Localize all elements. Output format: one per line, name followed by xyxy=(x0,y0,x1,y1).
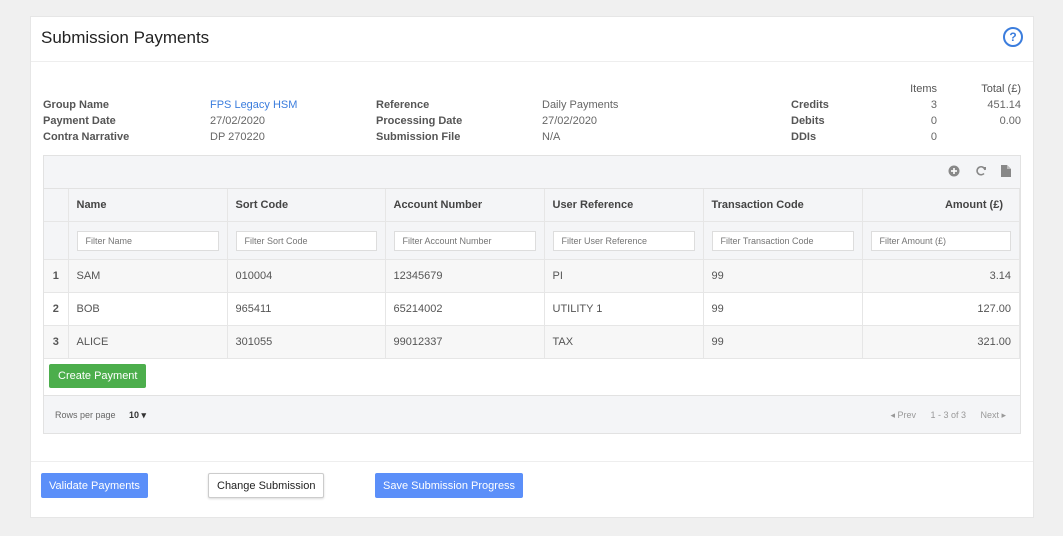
group-name-label: Group Name xyxy=(43,99,110,111)
create-payment-bar: Create Payment xyxy=(44,359,1020,396)
next-page-button[interactable]: Next ▸ xyxy=(980,410,1006,421)
reference-label: Reference xyxy=(376,99,430,111)
pagination-bar: Rows per page 10 ▾ ◂ Prev 1 - 3 of 3 Nex… xyxy=(44,396,1020,433)
page-range: 1 - 3 of 3 xyxy=(930,410,966,420)
table-row[interactable]: 3 ALICE 301055 99012337 TAX 99 321.00 xyxy=(44,325,1020,359)
items-header: Items xyxy=(910,83,937,95)
filter-row xyxy=(44,221,1020,260)
save-submission-progress-button[interactable]: Save Submission Progress xyxy=(375,473,524,498)
help-icon[interactable]: ? xyxy=(1003,27,1023,47)
column-header-user-reference[interactable]: User Reference xyxy=(544,189,704,222)
debits-items: 0 xyxy=(930,115,937,127)
cell-amount: 3.14 xyxy=(862,259,1020,293)
cell-sort-code: 301055 xyxy=(227,325,386,359)
ddis-label: DDIs xyxy=(791,131,817,143)
table-header-row: Name Sort Code Account Number User Refer… xyxy=(44,189,1020,222)
cell-name: SAM xyxy=(68,259,228,293)
column-header-account-number[interactable]: Account Number xyxy=(385,189,545,222)
cell-account-number: 99012337 xyxy=(385,325,545,359)
cell-amount: 321.00 xyxy=(862,325,1020,359)
validate-payments-button[interactable]: Validate Payments xyxy=(41,473,148,498)
filter-account-number-input[interactable] xyxy=(393,230,536,251)
filter-index-cell xyxy=(44,221,69,260)
processing-date-label: Processing Date xyxy=(376,115,463,127)
contra-narrative-label: Contra Narrative xyxy=(43,131,130,143)
credits-total: 451.14 xyxy=(987,99,1021,111)
column-header-sort-code[interactable]: Sort Code xyxy=(227,189,386,222)
cell-account-number: 65214002 xyxy=(385,292,545,326)
cell-amount: 127.00 xyxy=(862,292,1020,326)
refresh-icon[interactable] xyxy=(975,165,987,180)
credits-items: 3 xyxy=(930,99,937,111)
card-footer: Validate Payments Change Submission Save… xyxy=(31,461,1033,518)
column-header-amount[interactable]: Amount (£) xyxy=(862,189,1020,222)
debits-label: Debits xyxy=(791,115,825,127)
contra-narrative-value: DP 270220 xyxy=(210,131,265,143)
cell-account-number: 12345679 xyxy=(385,259,545,293)
card-header: Submission Payments ? xyxy=(31,17,1033,62)
cell-transaction-code: 99 xyxy=(703,292,863,326)
filter-name-input[interactable] xyxy=(76,230,219,251)
grid-toolbar xyxy=(44,156,1020,189)
credits-label: Credits xyxy=(791,99,829,111)
payments-table: Name Sort Code Account Number User Refer… xyxy=(44,189,1020,359)
column-header-name[interactable]: Name xyxy=(68,189,228,222)
plus-circle-icon[interactable] xyxy=(948,165,960,180)
rows-per-page-label: Rows per page xyxy=(55,410,116,420)
filter-amount-input[interactable] xyxy=(870,230,1011,251)
debits-total: 0.00 xyxy=(999,115,1021,127)
payment-date-value: 27/02/2020 xyxy=(210,115,266,127)
submission-file-value: N/A xyxy=(542,131,561,143)
payments-grid: Name Sort Code Account Number User Refer… xyxy=(43,155,1021,434)
cell-transaction-code: 99 xyxy=(703,259,863,293)
reference-value: Daily Payments xyxy=(542,99,619,111)
index-column-header xyxy=(44,189,69,222)
filter-transaction-code-input[interactable] xyxy=(711,230,854,251)
prev-page-button[interactable]: ◂ Prev xyxy=(890,410,916,421)
filter-user-reference-input[interactable] xyxy=(552,230,695,251)
cell-name: BOB xyxy=(68,292,228,326)
table-row[interactable]: 1 SAM 010004 12345679 PI 99 3.14 xyxy=(44,259,1020,293)
filter-sort-code-input[interactable] xyxy=(235,230,377,251)
cell-sort-code: 965411 xyxy=(227,292,386,326)
total-header: Total (£) xyxy=(981,83,1021,95)
submission-file-label: Submission File xyxy=(376,131,461,143)
group-name-link[interactable]: FPS Legacy HSM xyxy=(210,99,297,111)
cell-user-reference: PI xyxy=(544,259,704,293)
cell-user-reference: UTILITY 1 xyxy=(544,292,704,326)
table-row[interactable]: 2 BOB 965411 65214002 UTILITY 1 99 127.0… xyxy=(44,292,1020,326)
page-title: Submission Payments xyxy=(41,28,210,47)
file-icon[interactable] xyxy=(1001,165,1011,180)
change-submission-button[interactable]: Change Submission xyxy=(208,473,325,498)
row-index: 3 xyxy=(44,325,69,359)
row-index: 2 xyxy=(44,292,69,326)
create-payment-button[interactable]: Create Payment xyxy=(49,364,147,388)
cell-transaction-code: 99 xyxy=(703,325,863,359)
ddis-items: 0 xyxy=(930,131,937,143)
rows-per-page-select[interactable]: 10 ▾ xyxy=(129,410,146,421)
cell-user-reference: TAX xyxy=(544,325,704,359)
column-header-transaction-code[interactable]: Transaction Code xyxy=(703,189,863,222)
processing-date-value: 27/02/2020 xyxy=(542,115,598,127)
row-index: 1 xyxy=(44,259,69,293)
submission-summary: Group Name FPS Legacy HSM Payment Date 2… xyxy=(43,83,1023,147)
submission-payments-card: Submission Payments ? Group Name FPS Leg… xyxy=(30,16,1034,518)
cell-name: ALICE xyxy=(68,325,228,359)
payment-date-label: Payment Date xyxy=(43,115,116,127)
cell-sort-code: 010004 xyxy=(227,259,386,293)
